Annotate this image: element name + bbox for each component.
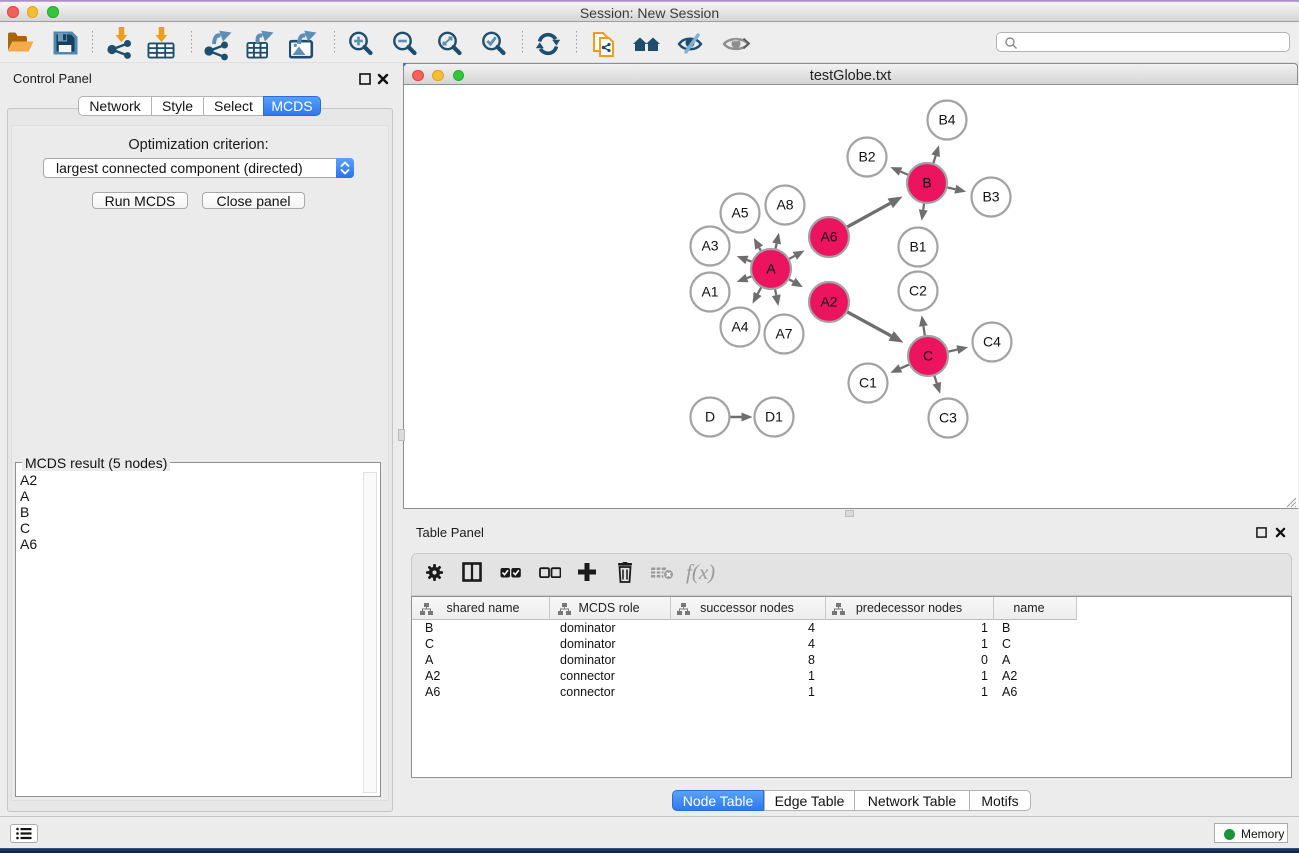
svg-text:C1: C1 xyxy=(859,375,877,391)
svg-text:D: D xyxy=(705,409,715,425)
svg-text:C: C xyxy=(923,348,933,364)
svg-text:A2: A2 xyxy=(820,294,837,310)
svg-text:D1: D1 xyxy=(765,409,783,425)
svg-text:A4: A4 xyxy=(731,319,748,335)
svg-text:B2: B2 xyxy=(858,149,875,165)
svg-text:A1: A1 xyxy=(701,284,718,300)
svg-text:B4: B4 xyxy=(938,112,955,128)
svg-text:A8: A8 xyxy=(776,197,793,213)
svg-text:B3: B3 xyxy=(982,189,999,205)
svg-text:A: A xyxy=(766,261,776,277)
svg-text:C3: C3 xyxy=(939,410,957,426)
svg-text:A7: A7 xyxy=(775,326,792,342)
svg-text:A3: A3 xyxy=(701,238,718,254)
svg-text:C4: C4 xyxy=(983,334,1001,350)
svg-text:C2: C2 xyxy=(909,283,927,299)
svg-text:A6: A6 xyxy=(820,229,837,245)
svg-text:A5: A5 xyxy=(731,205,748,221)
svg-text:B: B xyxy=(922,175,931,191)
svg-text:B1: B1 xyxy=(909,239,926,255)
